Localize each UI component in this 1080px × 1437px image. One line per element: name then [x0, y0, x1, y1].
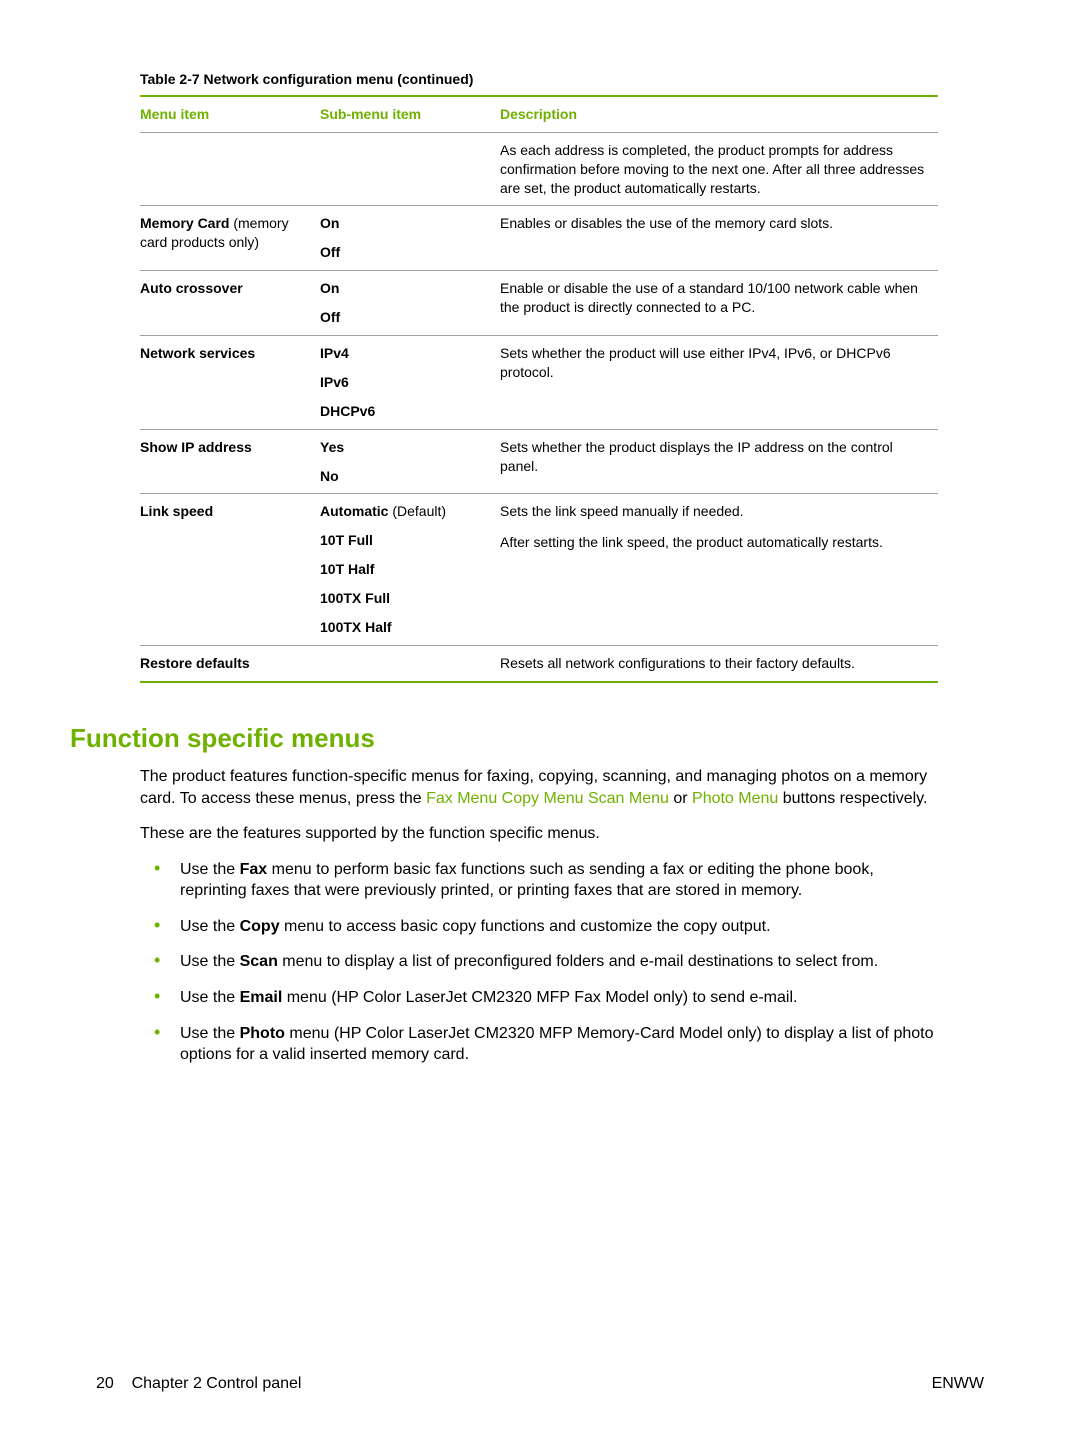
- footer-right: ENWW: [932, 1373, 984, 1395]
- sub-list: Yes No: [320, 438, 490, 486]
- table-row: Network services IPv4 IPv6 DHCPv6 Sets w…: [140, 336, 938, 430]
- table-row: Memory Card (memory card products only) …: [140, 206, 938, 271]
- cell-menu: Auto crossover: [140, 271, 320, 336]
- table-header-row: Menu item Sub-menu item Description: [140, 96, 938, 132]
- cell-desc: Sets whether the product displays the IP…: [500, 429, 938, 494]
- sub-list: On Off: [320, 279, 490, 327]
- cell-desc: As each address is completed, the produc…: [500, 132, 938, 206]
- list-item: Use the Photo menu (HP Color LaserJet CM…: [170, 1023, 938, 1066]
- page-number: 20: [96, 1375, 114, 1392]
- th-menu-item: Menu item: [140, 96, 320, 132]
- page: Table 2-7 Network configuration menu (co…: [0, 0, 1080, 1437]
- cell-menu: Memory Card (memory card products only): [140, 206, 320, 271]
- caption-number: Table 2-7: [140, 71, 200, 87]
- cell-desc: Enables or disables the use of the memor…: [500, 206, 938, 271]
- paragraph: These are the features supported by the …: [140, 823, 938, 845]
- bullet-list: Use the Fax menu to perform basic fax fu…: [170, 859, 938, 1066]
- table-row: Link speed Automatic (Default) 10T Full …: [140, 494, 938, 645]
- th-sub-menu-item: Sub-menu item: [320, 96, 500, 132]
- cell-desc: Enable or disable the use of a standard …: [500, 271, 938, 336]
- sub-list: On Off: [320, 214, 490, 262]
- list-item: Use the Scan menu to display a list of p…: [170, 951, 938, 973]
- cell-menu: Network services: [140, 336, 320, 430]
- network-config-table: Menu item Sub-menu item Description As e…: [140, 95, 938, 683]
- page-footer: 20 Chapter 2 Control panel ENWW: [96, 1373, 984, 1395]
- cell-menu: Show IP address: [140, 429, 320, 494]
- section-heading: Function specific menus: [70, 721, 938, 756]
- cell-menu: Link speed: [140, 494, 320, 645]
- table-row: Restore defaults Resets all network conf…: [140, 645, 938, 681]
- footer-left: 20 Chapter 2 Control panel: [96, 1373, 301, 1395]
- paragraph: The product features function-specific m…: [140, 766, 938, 809]
- list-item: Use the Fax menu to perform basic fax fu…: [170, 859, 938, 902]
- th-description: Description: [500, 96, 938, 132]
- cell-menu: Restore defaults: [140, 645, 320, 681]
- list-item: Use the Email menu (HP Color LaserJet CM…: [170, 987, 938, 1009]
- chapter-label: Chapter 2 Control panel: [132, 1375, 302, 1392]
- table-row: Auto crossover On Off Enable or disable …: [140, 271, 938, 336]
- list-item: Use the Copy menu to access basic copy f…: [170, 916, 938, 938]
- cell-desc: Sets whether the product will use either…: [500, 336, 938, 430]
- table-row: Show IP address Yes No Sets whether the …: [140, 429, 938, 494]
- content-area: Table 2-7 Network configuration menu (co…: [140, 70, 938, 1066]
- table-row: As each address is completed, the produc…: [140, 132, 938, 206]
- sub-list: Automatic (Default) 10T Full 10T Half 10…: [320, 502, 490, 636]
- cell-desc: Resets all network configurations to the…: [500, 645, 938, 681]
- caption-text: Network configuration menu (continued): [200, 71, 474, 87]
- table-caption: Table 2-7 Network configuration menu (co…: [140, 70, 938, 89]
- sub-list: IPv4 IPv6 DHCPv6: [320, 344, 490, 421]
- cell-desc: Sets the link speed manually if needed. …: [500, 494, 938, 645]
